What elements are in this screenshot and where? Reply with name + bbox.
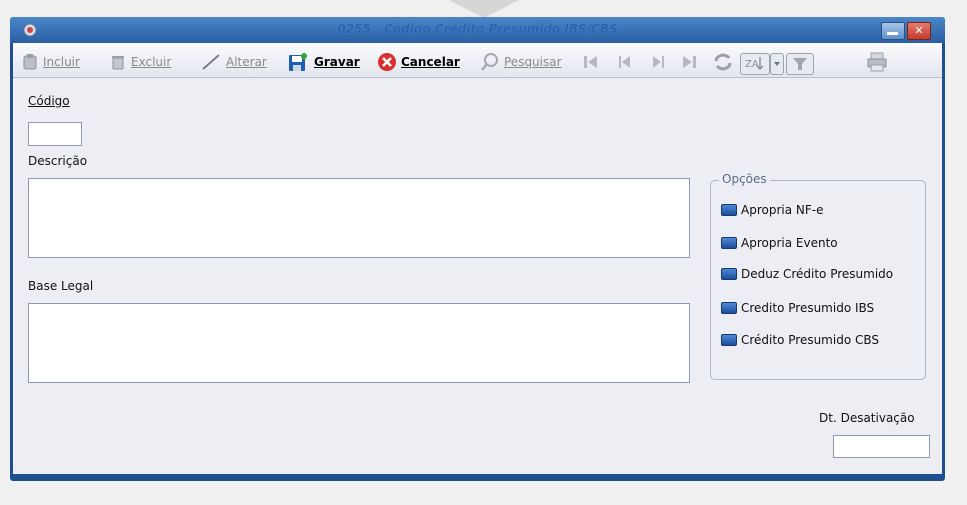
pesquisar-label: Pesquisar	[504, 55, 562, 69]
print-icon	[867, 52, 887, 72]
descricao-field[interactable]	[28, 178, 690, 258]
filter-button[interactable]	[786, 53, 814, 75]
checkbox-icon	[721, 302, 737, 314]
descricao-label: Descrição	[28, 154, 88, 168]
alterar-button[interactable]: Alterar	[200, 52, 267, 72]
first-record-icon	[584, 56, 597, 68]
incluir-label: Incluir	[43, 55, 80, 69]
print-button[interactable]	[866, 52, 888, 72]
svg-text:ZA: ZA	[745, 59, 759, 70]
codigo-label: Código	[28, 94, 70, 108]
dt-desativacao-field[interactable]	[833, 435, 930, 458]
save-disk-icon	[289, 53, 307, 71]
sort-button[interactable]: ZA	[740, 53, 770, 75]
option-credito-presumido-cbs[interactable]: Crédito Presumido CBS	[721, 332, 879, 348]
first-record-button[interactable]	[580, 52, 602, 72]
search-icon	[481, 53, 498, 71]
refresh-button[interactable]	[712, 52, 734, 72]
option-label: Crédito Presumido CBS	[741, 333, 879, 347]
checkbox-icon	[721, 237, 737, 249]
sort-icon: ZA	[745, 57, 764, 71]
edit-pencil-icon	[202, 54, 220, 70]
window-title: 0255 - Código Crédito Presumido IBS/CBS	[337, 22, 618, 36]
option-apropria-evento[interactable]: Apropria Evento	[721, 235, 838, 251]
delete-record-icon	[112, 56, 124, 70]
close-button[interactable]: ✕	[907, 22, 931, 40]
next-record-button[interactable]	[647, 52, 669, 72]
base-legal-field[interactable]	[28, 303, 690, 383]
toolbar: Incluir Excluir Alterar Gravar Cancelar …	[13, 43, 942, 78]
app-window: 0255 - Código Crédito Presumido IBS/CBS …	[10, 17, 945, 481]
form-area: Código Descrição Base Legal Opções Aprop…	[13, 78, 942, 474]
cancelar-label: Cancelar	[401, 55, 460, 69]
background-decoration	[449, 0, 519, 18]
cancel-icon	[378, 53, 396, 71]
checkbox-icon	[721, 268, 737, 280]
option-credito-presumido-ibs[interactable]: Credito Presumido IBS	[721, 300, 874, 316]
option-label: Deduz Crédito Presumido	[741, 267, 894, 281]
gravar-label: Gravar	[314, 55, 360, 69]
option-apropria-nfe[interactable]: Apropria NF-e	[721, 202, 823, 218]
base-legal-label: Base Legal	[28, 279, 94, 293]
add-record-icon	[23, 54, 37, 70]
previous-record-button[interactable]	[614, 52, 636, 72]
options-group-title: Opções	[719, 172, 770, 186]
incluir-button[interactable]: Incluir	[21, 52, 80, 72]
last-record-button[interactable]	[678, 52, 700, 72]
option-label: Credito Presumido IBS	[741, 301, 875, 315]
alterar-label: Alterar	[226, 55, 267, 69]
chevron-down-icon	[774, 62, 780, 66]
codigo-field[interactable]	[28, 122, 82, 146]
options-group: Opções Apropria NF-e Apropria Evento Ded…	[710, 172, 926, 380]
filter-icon	[793, 58, 807, 70]
cancelar-button[interactable]: Cancelar	[377, 52, 460, 72]
checkbox-icon	[721, 334, 737, 346]
option-deduz-credito-presumido[interactable]: Deduz Crédito Presumido	[721, 266, 893, 282]
sort-dropdown-button[interactable]	[770, 53, 784, 75]
excluir-button[interactable]: Excluir	[109, 52, 171, 72]
previous-record-icon	[619, 56, 630, 68]
pesquisar-button[interactable]: Pesquisar	[480, 52, 562, 72]
refresh-icon	[714, 53, 732, 71]
dt-desativacao-label: Dt. Desativação	[819, 411, 915, 425]
excluir-label: Excluir	[131, 55, 172, 69]
next-record-icon	[653, 56, 664, 68]
close-icon: ✕	[914, 24, 924, 37]
checkbox-icon	[721, 204, 737, 216]
last-record-icon	[683, 56, 696, 68]
gravar-button[interactable]: Gravar	[288, 52, 360, 72]
option-label: Apropria Evento	[741, 236, 838, 250]
minimize-button[interactable]	[881, 22, 905, 40]
option-label: Apropria NF-e	[741, 203, 824, 217]
title-bar[interactable]: 0255 - Código Crédito Presumido IBS/CBS …	[10, 17, 945, 43]
